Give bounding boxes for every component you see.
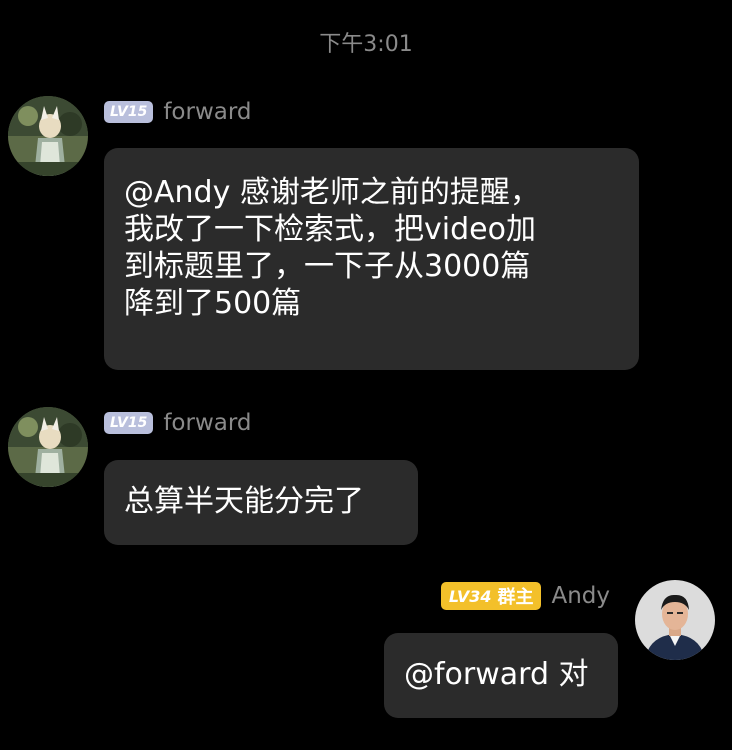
sender-avatar[interactable] — [8, 407, 88, 487]
message-line: 降到了500篇 — [124, 286, 302, 321]
sender-avatar[interactable] — [8, 96, 88, 176]
sender-avatar[interactable] — [635, 580, 715, 660]
man-portrait-avatar-icon — [635, 580, 715, 660]
level-badge: LV15 — [104, 412, 154, 434]
message-line: @Andy 感谢老师之前的提醒， — [124, 175, 540, 210]
message-line: 我改了一下检索式，把video加 — [124, 212, 536, 247]
message-line: 总算半天能分完了 — [124, 484, 364, 519]
level-badge: LV34 群主 — [440, 582, 542, 610]
sender-nickname[interactable]: forward — [163, 410, 251, 436]
level-value: LV34 — [448, 586, 492, 606]
message-line: @forward 对 — [404, 657, 589, 692]
group-owner-label: 群主 — [497, 587, 534, 608]
anime-girl-avatar-icon — [8, 96, 88, 176]
sender-nickname[interactable]: Andy — [551, 583, 610, 609]
timestamp: 下午3:01 — [319, 32, 413, 57]
anime-girl-avatar-icon — [8, 407, 88, 487]
message-bubble[interactable]: @forward 对 — [384, 633, 618, 718]
message-bubble[interactable]: @Andy 感谢老师之前的提醒， 我改了一下检索式，把video加 到标题里了，… — [104, 148, 639, 370]
message-line: 到标题里了，一下子从3000篇 — [124, 249, 531, 284]
level-badge: LV15 — [104, 101, 154, 123]
sender-nickname[interactable]: forward — [163, 99, 251, 125]
message-bubble[interactable]: 总算半天能分完了 — [104, 460, 418, 545]
